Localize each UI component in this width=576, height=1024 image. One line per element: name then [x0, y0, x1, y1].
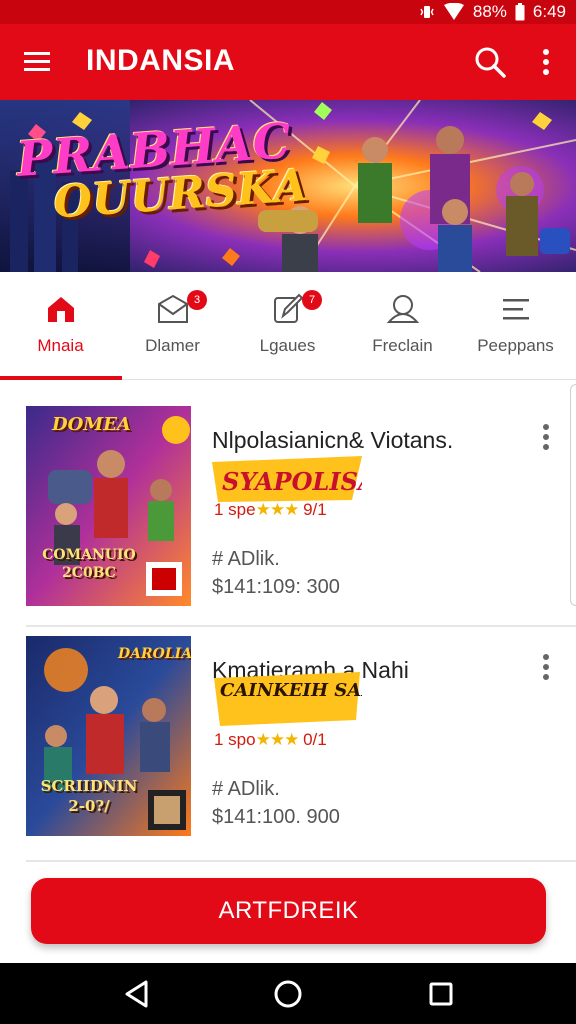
battery-icon: [515, 3, 525, 21]
game-logo: CAINKEIH SARSRPAN: [214, 672, 362, 726]
list-icon: [503, 299, 529, 320]
tab-label: Dlamer: [145, 336, 200, 355]
edit-icon: [274, 293, 304, 323]
overflow-menu-button[interactable]: [536, 46, 556, 78]
game-thumbnail: DOMEA COMANUIO 2C0BC: [26, 406, 191, 606]
logo-text-line: CAINKEIH SARSRPAN: [220, 680, 362, 701]
tab-bar: Mnaia 3 Dlamer 7 Lgaues Freclain Peeppan…: [0, 272, 576, 380]
game-logo: SYAPOLISA!: [212, 456, 362, 502]
home-icon: [48, 297, 74, 322]
thumbnail-title: DOMEA: [52, 414, 131, 435]
list-item[interactable]: DAROLIA SCRIIDNIN 2-0?/ Kmatieramh a Nah…: [0, 630, 576, 862]
recents-icon: [429, 982, 453, 1006]
tab-label: Lgaues: [259, 336, 316, 355]
item-price: $141:100. 900: [212, 806, 340, 828]
list-divider: [26, 625, 576, 627]
tab-label: Mnaia: [37, 336, 84, 355]
rating-suffix: 9/1: [303, 500, 327, 519]
search-button[interactable]: [472, 44, 508, 80]
thumbnail-subtitle: COMANUIO 2C0BC: [42, 547, 136, 581]
wifi-icon: [443, 3, 465, 21]
item-rating: 1 spe★★★ 9/1: [214, 500, 327, 520]
menu-button[interactable]: [22, 48, 54, 76]
item-tag: # ADlik.: [212, 778, 280, 800]
hamburger-icon: [24, 52, 50, 71]
thumbnail-subtitle: SCRIIDNIN 2-0?/: [40, 777, 138, 815]
tab-list[interactable]: Peeppans: [458, 272, 573, 380]
vibrate-icon: [419, 4, 435, 20]
system-nav-bar: [0, 963, 576, 1024]
more-vert-icon: [543, 654, 549, 680]
clock: 6:49: [532, 2, 566, 21]
star-rating-icon: ★★★: [255, 500, 300, 519]
item-title: Nlpolasianicn& Viotans.: [212, 427, 454, 453]
item-rating: 1 spo★★★ 0/1: [214, 730, 327, 750]
logo-text: SYAPOLISA!: [222, 467, 362, 496]
tab-mail[interactable]: 3 Dlamer: [115, 272, 230, 380]
more-vert-icon: [543, 424, 549, 450]
mail-icon: [158, 294, 188, 323]
status-icons: 88% 6:49: [419, 0, 566, 24]
more-vert-icon: [543, 49, 549, 75]
back-icon: [125, 980, 148, 1008]
rating-suffix: 0/1: [303, 730, 327, 749]
notification-badge: 3: [187, 290, 207, 310]
primary-action-button[interactable]: ARTFDREIK: [31, 878, 546, 944]
tab-home[interactable]: Mnaia: [3, 272, 118, 380]
back-button[interactable]: [120, 977, 154, 1011]
logo-text: CAINKEIH SARSRPAN: [220, 680, 362, 701]
home-circle-icon: [274, 980, 302, 1008]
recents-button[interactable]: [424, 977, 458, 1011]
app-title: INDANSIA: [86, 44, 236, 77]
item-more-button[interactable]: [536, 652, 556, 682]
banner-title: PRABHAC OUURSKA: [15, 113, 309, 229]
promo-banner[interactable]: PRABHAC OUURSKA: [0, 100, 576, 272]
thumbnail-title: DAROLIA: [118, 646, 191, 662]
item-price: $141:109: 300: [212, 576, 340, 598]
star-rating-icon: ★★★: [255, 730, 300, 749]
search-icon: [475, 47, 506, 78]
home-button[interactable]: [271, 977, 305, 1011]
active-tab-indicator: [0, 376, 122, 380]
rating-prefix: 1 spo: [214, 730, 256, 749]
tab-label: Peeppans: [477, 336, 554, 355]
tab-edit[interactable]: 7 Lgaues: [230, 272, 345, 380]
rating-prefix: 1 spe: [214, 500, 256, 519]
item-more-button[interactable]: [536, 422, 556, 452]
game-thumbnail: DAROLIA SCRIIDNIN 2-0?/: [26, 636, 191, 836]
user-icon: [386, 295, 420, 323]
tab-label: Freclain: [372, 336, 433, 355]
app-bar: INDANSIA: [0, 24, 576, 100]
tab-profile[interactable]: Freclain: [345, 272, 460, 380]
list-divider: [26, 860, 576, 862]
list-item[interactable]: DOMEA COMANUIO 2C0BC Nlpolasianicn& Viot…: [0, 400, 576, 632]
item-tag: # ADlik.: [212, 548, 280, 570]
battery-text: 88%: [472, 2, 507, 21]
status-bar: 88% 6:49: [0, 0, 576, 24]
notification-badge: 7: [302, 290, 322, 310]
